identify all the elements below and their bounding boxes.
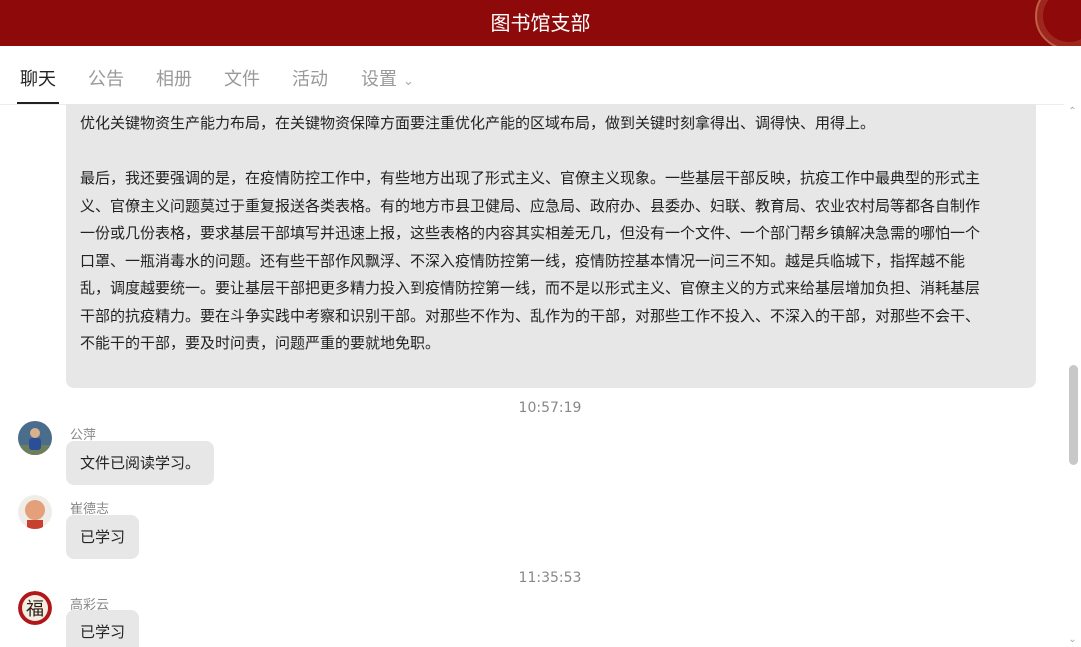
message-bubble-long: 优化关键物资生产能力布局，在关键物资保障方面要注重优化产能的区域布局，做到关键时…: [66, 104, 1036, 388]
chat-area: 优化关键物资生产能力布局，在关键物资保障方面要注重优化产能的区域布局，做到关键时…: [0, 104, 1064, 647]
tab-album[interactable]: 相册: [156, 68, 192, 92]
message-line: 一份或几份表格，要求基层干部填写并迅速上报，这些表格的内容其实相差无几，但没有一…: [80, 224, 981, 242]
tab-chat[interactable]: 聊天: [17, 68, 59, 104]
tab-files[interactable]: 文件: [224, 68, 260, 92]
avatar[interactable]: [18, 495, 52, 529]
tab-activities[interactable]: 活动: [292, 68, 328, 92]
scrollbar-thumb[interactable]: [1069, 365, 1078, 465]
avatar-person-icon: [18, 421, 52, 455]
message-line: 口罩、一瓶消毒水的问题。还有些干部作风飘浮、不深入疫情防控第一线，疫情防控基本情…: [80, 251, 966, 270]
chevron-down-icon[interactable]: ⌄: [1067, 634, 1078, 645]
title-bar: 图书馆支部: [0, 0, 1081, 46]
message-line: 最后，我还要强调的是，在疫情防控工作中，有些地方出现了形式主义、官僚主义现象。一…: [80, 169, 981, 187]
header-decoration-icon: [1035, 0, 1081, 46]
tab-bar: 聊天 公告 相册 文件 活动 设置 ⌄: [0, 46, 1081, 105]
avatar[interactable]: 福: [18, 591, 52, 625]
message-line: 干部的抗疫精力。要在斗争实践中考察和识别干部。对那些不作为、乱作为的干部，对那些…: [80, 306, 981, 325]
message-line: 乱，调度越要统一。要让基层干部把更多精力投入到疫情防控第一线，而不是以形式主义、…: [80, 279, 981, 297]
message-line: 义、官僚主义问题莫过于重复报送各类表格。有的地方市县卫健局、应急局、政府办、县委…: [80, 196, 981, 215]
avatar-person-icon: [18, 495, 52, 529]
chevron-up-icon[interactable]: ⌃: [1067, 106, 1078, 117]
message-line: 优化关键物资生产能力布局，在关键物资保障方面要注重优化产能的区域布局，做到关键时…: [80, 114, 876, 132]
message-line: 不能干的干部，要及时问责，问题严重的要就地免职。: [80, 334, 441, 352]
avatar[interactable]: [18, 421, 52, 455]
message-bubble: 文件已阅读学习。: [66, 441, 215, 485]
timestamp: 10:57:19: [518, 400, 582, 416]
message-bubble: 已学习: [66, 515, 140, 559]
chevron-down-icon: ⌄: [403, 74, 414, 89]
timestamp: 11:35:53: [518, 570, 582, 586]
message-bubble: 已学习: [66, 610, 140, 647]
tab-settings[interactable]: 设置 ⌄: [361, 68, 414, 94]
avatar-fu-icon: 福: [18, 591, 52, 625]
tab-announcements[interactable]: 公告: [88, 68, 124, 92]
tab-settings-label: 设置: [361, 69, 397, 90]
svg-text:福: 福: [26, 599, 44, 620]
scrollbar[interactable]: ⌃ ⌄: [1064, 104, 1081, 647]
page-title: 图书馆支部: [490, 11, 591, 35]
